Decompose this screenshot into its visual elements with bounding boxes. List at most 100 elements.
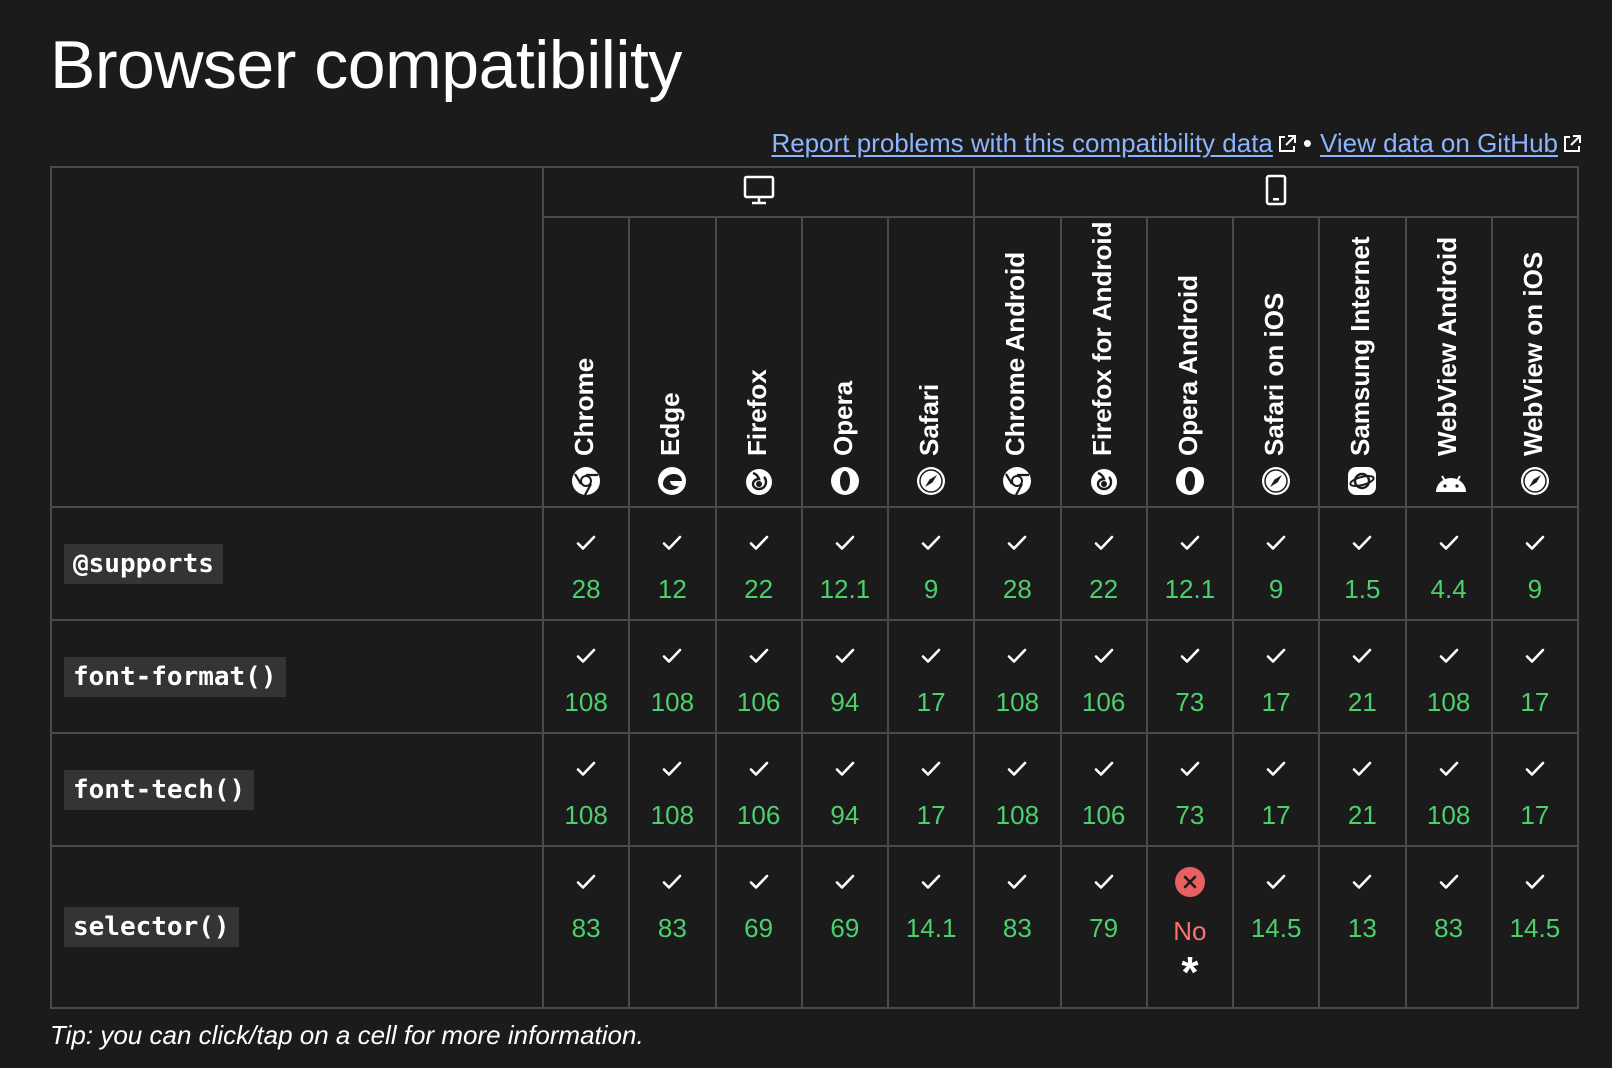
support-cell[interactable]: 94 — [800, 732, 890, 847]
support-version: 94 — [830, 687, 860, 717]
support-cell[interactable]: 9 — [1231, 506, 1321, 621]
table-row: font-format() 108 108 106 94 17 108 106 73 17 21 10… — [50, 619, 1580, 734]
support-cell[interactable]: 13 — [1318, 845, 1407, 1009]
support-cell[interactable]: 69 — [800, 845, 890, 1009]
browser-header-edge: Edge — [628, 216, 717, 508]
support-cell[interactable]: 14.1 — [886, 845, 976, 1009]
support-cell[interactable]: 14.5 — [1231, 845, 1321, 1009]
mobile-icon — [1265, 174, 1287, 205]
browser-name: WebView on iOS — [1517, 251, 1548, 456]
support-cell[interactable]: 73 — [1145, 619, 1235, 734]
support-cell[interactable]: 17 — [1231, 732, 1321, 847]
support-cell[interactable]: 21 — [1318, 619, 1407, 734]
support-cell[interactable]: 106 — [714, 619, 803, 734]
tip-text: Tip: you can click/tap on a cell for mor… — [50, 1020, 644, 1050]
check-icon — [1180, 535, 1200, 550]
browser-header-opera: Opera — [800, 216, 890, 508]
support-version: 106 — [1081, 800, 1126, 830]
browser-name: Firefox for Android — [1086, 221, 1117, 456]
support-version: 108 — [995, 800, 1040, 830]
check-icon — [1525, 648, 1545, 663]
check-icon — [663, 874, 682, 889]
check-icon — [1353, 761, 1372, 776]
support-cell[interactable]: 9 — [1490, 506, 1580, 621]
support-cell[interactable]: 17 — [1490, 732, 1580, 847]
support-cell[interactable]: 108 — [541, 619, 631, 734]
desktop-icon — [743, 175, 774, 204]
support-cell[interactable]: 108 — [973, 619, 1062, 734]
table-row: @supports 28 12 22 12.1 9 28 22 12.1 9 1.5 4.4 9 — [50, 506, 1580, 621]
support-cell[interactable]: 106 — [1059, 619, 1148, 734]
support-cell[interactable]: 108 — [628, 732, 717, 847]
support-cell[interactable]: 12 — [628, 506, 717, 621]
support-cell[interactable]: 17 — [886, 732, 976, 847]
support-cell[interactable]: 83 — [628, 845, 717, 1009]
check-icon — [1008, 648, 1027, 663]
support-cell[interactable]: 9 — [886, 506, 976, 621]
support-cell[interactable]: 1.5 — [1318, 506, 1407, 621]
check-icon — [749, 761, 768, 776]
support-cell[interactable]: 4.4 — [1404, 506, 1493, 621]
support-version: 17 — [1261, 800, 1291, 830]
compat-links: Report problems with this compatibility … — [771, 128, 1582, 159]
support-cell[interactable]: 14.5 — [1490, 845, 1580, 1009]
check-icon — [835, 761, 855, 776]
support-cell[interactable]: No * — [1145, 845, 1235, 1009]
support-cell[interactable]: 79 — [1059, 845, 1148, 1009]
samsung-internet-icon — [1347, 466, 1377, 496]
check-icon — [1525, 535, 1545, 550]
support-version: 9 — [1527, 574, 1543, 604]
support-cell[interactable]: 83 — [1404, 845, 1493, 1009]
support-version: 106 — [736, 800, 781, 830]
support-version: 4.4 — [1430, 574, 1467, 604]
support-cell[interactable]: 83 — [541, 845, 631, 1009]
support-cell[interactable]: 106 — [1059, 732, 1148, 847]
feature-name-cell: font-tech() — [50, 732, 544, 847]
report-problems-link[interactable]: Report problems with this compatibility … — [771, 128, 1272, 158]
check-icon — [921, 535, 941, 550]
support-cell[interactable]: 17 — [886, 619, 976, 734]
support-cell[interactable]: 17 — [1231, 619, 1321, 734]
support-cell[interactable]: 12.1 — [800, 506, 890, 621]
support-version: 106 — [1081, 687, 1126, 717]
feature-name: font-format() — [64, 656, 286, 697]
support-cell[interactable]: 21 — [1318, 732, 1407, 847]
external-link-icon — [1564, 135, 1581, 152]
check-icon — [1353, 648, 1372, 663]
support-version: 108 — [564, 687, 608, 717]
support-cell[interactable]: 69 — [714, 845, 803, 1009]
support-cell[interactable]: 28 — [541, 506, 631, 621]
check-icon — [1266, 874, 1286, 889]
support-cell[interactable]: 94 — [800, 619, 890, 734]
link-separator: • — [1302, 128, 1312, 158]
platform-desktop — [541, 166, 976, 218]
support-cell[interactable]: 28 — [973, 506, 1062, 621]
support-cell[interactable]: 108 — [1404, 619, 1493, 734]
support-cell[interactable]: 108 — [973, 732, 1062, 847]
chrome-icon — [1002, 466, 1032, 496]
browser-header-chrome: Chrome — [541, 216, 631, 508]
browser-header-firefox: Firefox — [714, 216, 803, 508]
browser-name: Safari — [914, 383, 945, 456]
support-cell[interactable]: 83 — [973, 845, 1062, 1009]
check-icon — [1008, 535, 1027, 550]
support-cell[interactable]: 22 — [1059, 506, 1148, 621]
support-cell[interactable]: 22 — [714, 506, 803, 621]
support-cell[interactable]: 12.1 — [1145, 506, 1235, 621]
support-version: 108 — [564, 800, 608, 830]
check-icon — [835, 648, 855, 663]
firefox-icon — [1089, 466, 1119, 496]
support-cell[interactable]: 108 — [1404, 732, 1493, 847]
support-cell[interactable]: 108 — [541, 732, 631, 847]
browser-name: WebView Android — [1431, 236, 1462, 456]
support-cell[interactable]: 108 — [628, 619, 717, 734]
support-cell[interactable]: 17 — [1490, 619, 1580, 734]
support-version: 83 — [657, 913, 687, 943]
support-version: 22 — [744, 574, 774, 604]
chrome-icon — [571, 466, 601, 496]
support-cell[interactable]: 106 — [714, 732, 803, 847]
support-cell[interactable]: 73 — [1145, 732, 1235, 847]
view-on-github-link[interactable]: View data on GitHub — [1320, 128, 1558, 158]
support-version: 83 — [571, 913, 601, 943]
feature-name-cell: @supports — [50, 506, 544, 621]
